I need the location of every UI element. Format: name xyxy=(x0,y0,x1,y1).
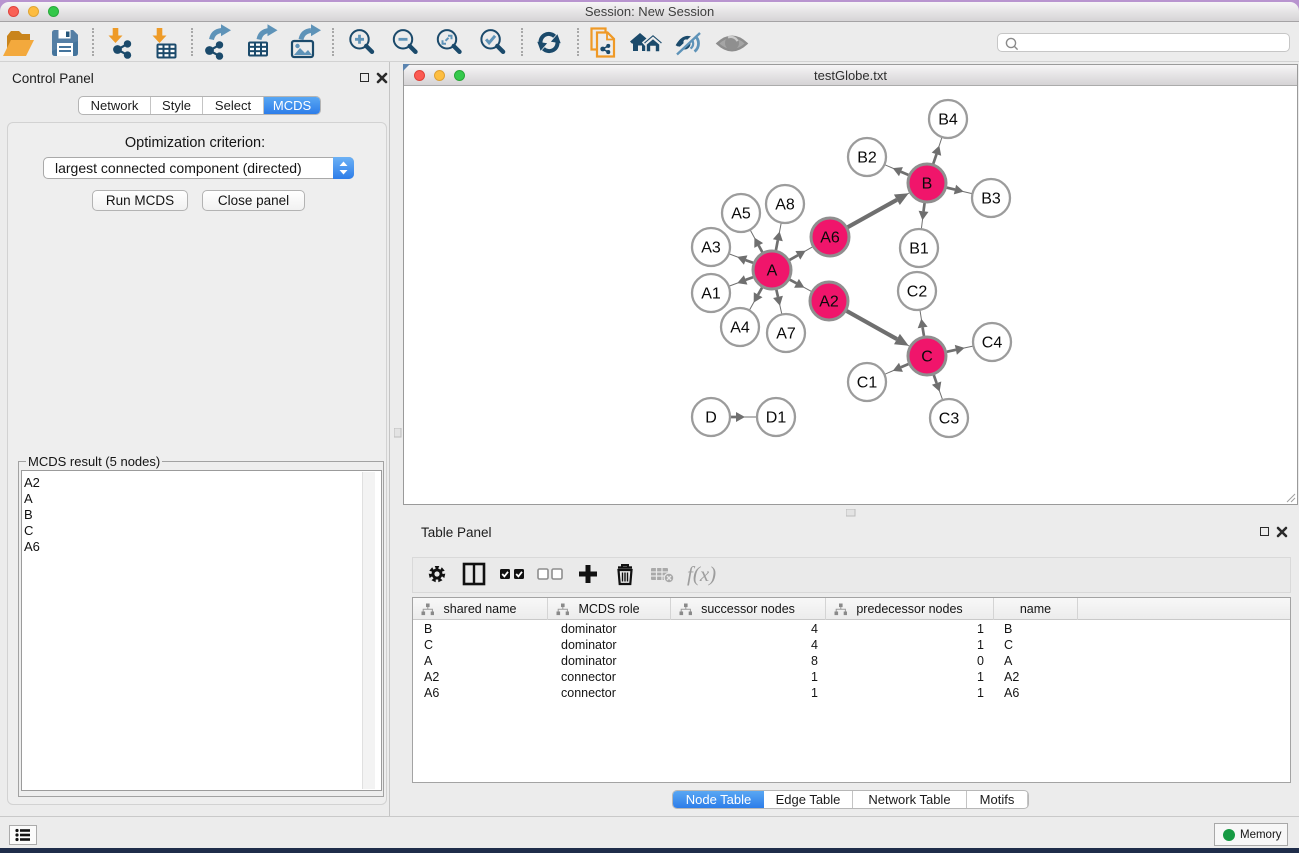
svg-text:A: A xyxy=(767,263,778,280)
svg-text:A8: A8 xyxy=(775,197,795,214)
svg-text:A3: A3 xyxy=(701,240,721,257)
svg-text:B1: B1 xyxy=(909,241,929,258)
svg-text:C1: C1 xyxy=(857,375,878,392)
svg-text:D: D xyxy=(705,410,717,427)
svg-text:A4: A4 xyxy=(730,320,750,337)
svg-text:A5: A5 xyxy=(731,206,751,223)
svg-text:A1: A1 xyxy=(701,286,721,303)
svg-text:C3: C3 xyxy=(939,411,960,428)
svg-text:C: C xyxy=(921,349,933,366)
svg-text:C4: C4 xyxy=(982,335,1003,352)
svg-text:A6: A6 xyxy=(820,230,840,247)
svg-text:f(x): f(x) xyxy=(687,562,716,586)
svg-text:B2: B2 xyxy=(857,150,877,167)
svg-text:B3: B3 xyxy=(981,191,1001,208)
svg-text:B: B xyxy=(922,176,933,193)
svg-text:A7: A7 xyxy=(776,326,796,343)
svg-text:B4: B4 xyxy=(938,112,958,129)
svg-text:A2: A2 xyxy=(819,294,839,311)
svg-text:D1: D1 xyxy=(766,410,787,427)
svg-text:C2: C2 xyxy=(907,284,928,301)
